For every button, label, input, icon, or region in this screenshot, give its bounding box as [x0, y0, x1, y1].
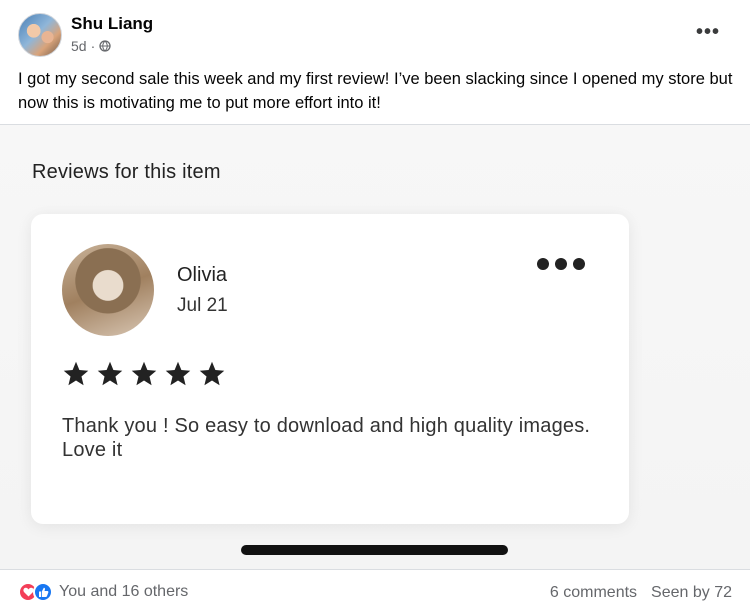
meta-separator: · — [90, 38, 96, 54]
star-icon — [165, 361, 191, 386]
post-options-icon[interactable]: ••• — [696, 22, 720, 42]
post-meta: 5d · — [71, 38, 111, 54]
star-rating — [62, 360, 226, 388]
review-card: Olivia Jul 21 Thank you ! So easy to dow… — [31, 214, 629, 524]
star-icon — [63, 361, 89, 386]
comments-count[interactable]: 6 comments — [550, 584, 637, 602]
post-stats: 6 comments Seen by 72 — [550, 584, 732, 602]
reviews-heading: Reviews for this item — [32, 161, 221, 183]
shared-screenshot[interactable]: Reviews for this item Olivia Jul 21 Than… — [0, 124, 750, 570]
review-text: Thank you ! So easy to download and high… — [62, 415, 591, 461]
review-options-icon — [537, 258, 585, 270]
review-date: Jul 21 — [177, 295, 228, 316]
reactions-summary[interactable]: You and 16 others — [18, 582, 188, 602]
author-name[interactable]: Shu Liang — [71, 14, 153, 34]
like-reaction-icon — [33, 582, 53, 602]
star-icon — [199, 361, 225, 386]
reviewer-name: Olivia — [177, 264, 228, 286]
seen-count[interactable]: Seen by 72 — [651, 584, 732, 602]
post-text: I got my second sale this week and my fi… — [18, 70, 733, 112]
reactions-text: You and 16 others — [59, 583, 189, 600]
globe-icon — [99, 40, 111, 52]
post-time[interactable]: 5d — [71, 38, 87, 54]
star-icon — [97, 361, 123, 386]
reaction-icons — [18, 582, 53, 602]
reviewer-avatar — [62, 244, 154, 336]
home-indicator — [241, 545, 508, 555]
star-icon — [131, 361, 157, 386]
post-header: Shu Liang 5d · ••• — [0, 0, 750, 64]
author-avatar[interactable] — [18, 13, 62, 57]
